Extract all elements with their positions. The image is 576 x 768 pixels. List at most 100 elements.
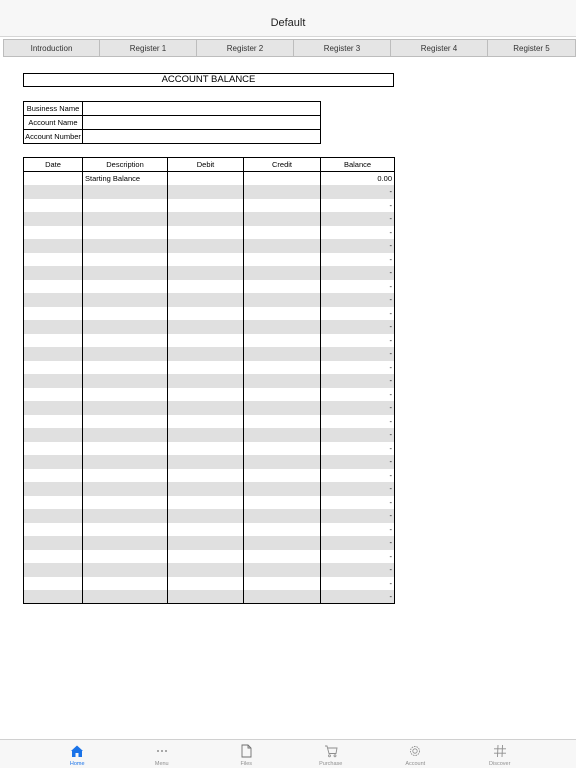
date-cell[interactable]: [23, 576, 83, 590]
debit-cell[interactable]: [167, 239, 244, 253]
credit-cell[interactable]: [243, 401, 321, 415]
description-cell[interactable]: [82, 306, 168, 320]
date-cell[interactable]: [23, 401, 83, 415]
debit-cell[interactable]: [167, 374, 244, 388]
credit-cell[interactable]: [243, 468, 321, 482]
credit-cell[interactable]: [243, 212, 321, 226]
description-cell[interactable]: [82, 374, 168, 388]
debit-cell[interactable]: [167, 306, 244, 320]
date-cell[interactable]: [23, 266, 83, 280]
date-cell[interactable]: [23, 536, 83, 550]
date-cell[interactable]: [23, 387, 83, 401]
debit-cell[interactable]: [167, 590, 244, 604]
description-cell[interactable]: [82, 252, 168, 266]
description-cell[interactable]: [82, 185, 168, 199]
date-cell[interactable]: [23, 306, 83, 320]
credit-cell[interactable]: [243, 428, 321, 442]
description-cell[interactable]: [82, 225, 168, 239]
date-cell[interactable]: [23, 428, 83, 442]
credit-cell[interactable]: [243, 266, 321, 280]
tab-register-4[interactable]: Register 4: [391, 39, 488, 57]
credit-cell[interactable]: [243, 455, 321, 469]
credit-cell[interactable]: [243, 185, 321, 199]
date-cell[interactable]: [23, 374, 83, 388]
debit-cell[interactable]: [167, 509, 244, 523]
sheet-title[interactable]: ACCOUNT BALANCE: [23, 73, 394, 87]
debit-cell[interactable]: [167, 387, 244, 401]
tabbar-menu[interactable]: Menu: [120, 740, 205, 768]
debit-cell[interactable]: [167, 279, 244, 293]
date-cell[interactable]: [23, 522, 83, 536]
date-cell[interactable]: [23, 279, 83, 293]
description-cell[interactable]: [82, 482, 168, 496]
debit-cell[interactable]: [167, 185, 244, 199]
description-cell[interactable]: [82, 414, 168, 428]
description-cell[interactable]: Starting Balance: [82, 171, 168, 185]
description-cell[interactable]: [82, 360, 168, 374]
credit-cell[interactable]: [243, 590, 321, 604]
credit-cell[interactable]: [243, 576, 321, 590]
credit-cell[interactable]: [243, 239, 321, 253]
description-cell[interactable]: [82, 198, 168, 212]
description-cell[interactable]: [82, 266, 168, 280]
description-cell[interactable]: [82, 522, 168, 536]
date-cell[interactable]: [23, 509, 83, 523]
debit-cell[interactable]: [167, 522, 244, 536]
date-cell[interactable]: [23, 320, 83, 334]
credit-cell[interactable]: [243, 441, 321, 455]
description-cell[interactable]: [82, 401, 168, 415]
credit-cell[interactable]: [243, 333, 321, 347]
date-cell[interactable]: [23, 347, 83, 361]
date-cell[interactable]: [23, 495, 83, 509]
date-cell[interactable]: [23, 414, 83, 428]
debit-cell[interactable]: [167, 455, 244, 469]
credit-cell[interactable]: [243, 360, 321, 374]
description-cell[interactable]: [82, 239, 168, 253]
date-cell[interactable]: [23, 171, 83, 185]
debit-cell[interactable]: [167, 347, 244, 361]
debit-cell[interactable]: [167, 266, 244, 280]
description-cell[interactable]: [82, 441, 168, 455]
debit-cell[interactable]: [167, 482, 244, 496]
tabbar-files[interactable]: Files: [204, 740, 289, 768]
description-cell[interactable]: [82, 212, 168, 226]
credit-cell[interactable]: [243, 320, 321, 334]
debit-cell[interactable]: [167, 252, 244, 266]
description-cell[interactable]: [82, 590, 168, 604]
tabbar-purchase[interactable]: Purchase: [289, 740, 374, 768]
debit-cell[interactable]: [167, 414, 244, 428]
credit-cell[interactable]: [243, 563, 321, 577]
debit-cell[interactable]: [167, 293, 244, 307]
date-cell[interactable]: [23, 563, 83, 577]
credit-cell[interactable]: [243, 536, 321, 550]
date-cell[interactable]: [23, 482, 83, 496]
credit-cell[interactable]: [243, 171, 321, 185]
debit-cell[interactable]: [167, 333, 244, 347]
description-cell[interactable]: [82, 333, 168, 347]
debit-cell[interactable]: [167, 536, 244, 550]
debit-cell[interactable]: [167, 563, 244, 577]
description-cell[interactable]: [82, 347, 168, 361]
credit-cell[interactable]: [243, 252, 321, 266]
credit-cell[interactable]: [243, 509, 321, 523]
debit-cell[interactable]: [167, 360, 244, 374]
date-cell[interactable]: [23, 360, 83, 374]
description-cell[interactable]: [82, 495, 168, 509]
credit-cell[interactable]: [243, 347, 321, 361]
description-cell[interactable]: [82, 563, 168, 577]
tab-register-1[interactable]: Register 1: [100, 39, 197, 57]
credit-cell[interactable]: [243, 306, 321, 320]
credit-cell[interactable]: [243, 414, 321, 428]
date-cell[interactable]: [23, 468, 83, 482]
debit-cell[interactable]: [167, 576, 244, 590]
description-cell[interactable]: [82, 509, 168, 523]
credit-cell[interactable]: [243, 549, 321, 563]
debit-cell[interactable]: [167, 171, 244, 185]
debit-cell[interactable]: [167, 212, 244, 226]
date-cell[interactable]: [23, 441, 83, 455]
description-cell[interactable]: [82, 387, 168, 401]
description-cell[interactable]: [82, 455, 168, 469]
date-cell[interactable]: [23, 333, 83, 347]
debit-cell[interactable]: [167, 401, 244, 415]
credit-cell[interactable]: [243, 279, 321, 293]
